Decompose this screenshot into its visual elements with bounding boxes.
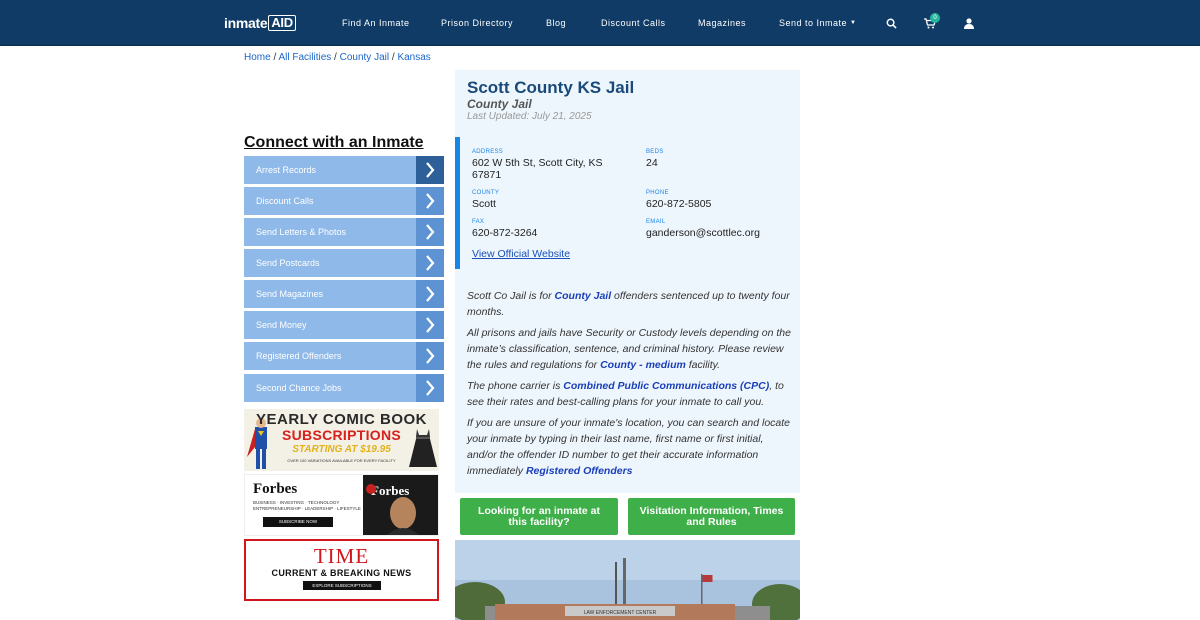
breadcrumb-county-jail[interactable]: County Jail: [340, 52, 389, 63]
county-value: Scott: [472, 198, 496, 210]
top-navbar: inmate AID Find An Inmate Prison Directo…: [0, 0, 1200, 46]
user-icon[interactable]: [964, 16, 974, 34]
facility-title: Scott County KS Jail: [467, 78, 635, 97]
logo-text: inmate: [224, 15, 268, 31]
info-accent-bar: [455, 137, 460, 269]
phone-carrier-link[interactable]: Combined Public Communications (CPC): [563, 380, 769, 392]
service-registered-offenders[interactable]: Registered Offenders: [244, 342, 444, 370]
chevron-right-icon: [416, 342, 444, 370]
breadcrumb-kansas[interactable]: Kansas: [397, 52, 430, 63]
forbes-cover-portrait: [366, 484, 419, 535]
phone-label: PHONE: [646, 190, 669, 196]
county-label: COUNTY: [472, 190, 500, 196]
chevron-right-icon: [416, 156, 444, 184]
registered-offenders-link[interactable]: Registered Offenders: [526, 465, 633, 477]
forbes-subscribe-button[interactable]: SUBSCRIBE NOW: [263, 517, 333, 527]
address-value: 602 W 5th St, Scott City, KS 67871: [472, 157, 603, 181]
county-medium-link[interactable]: County - medium: [600, 359, 686, 371]
time-ad[interactable]: TIME CURRENT & BREAKING NEWS EXPLORE SUB…: [244, 539, 439, 601]
beds-label: BEDS: [646, 149, 664, 155]
chevron-right-icon: [416, 187, 444, 215]
connect-title: Connect with an Inmate: [244, 134, 424, 151]
phone-value: 620-872-5805: [646, 198, 712, 210]
description-paragraph-1: Scott Co Jail is for County Jail offende…: [467, 290, 790, 318]
nav-blog[interactable]: Blog: [546, 0, 566, 46]
cart-count-badge: 0: [930, 13, 940, 23]
beds-value: 24: [646, 157, 658, 169]
look-for-inmate-button[interactable]: Looking for an inmate at this facility?: [460, 498, 618, 535]
breadcrumb-all-facilities[interactable]: All Facilities: [278, 52, 331, 63]
time-ad-subtitle: CURRENT & BREAKING NEWS: [271, 568, 412, 578]
last-updated: Last Updated: July 21, 2025: [467, 111, 592, 122]
fax-label: FAX: [472, 219, 485, 225]
breadcrumb-home[interactable]: Home: [244, 52, 271, 63]
logo-aid: AID: [268, 15, 296, 31]
search-icon[interactable]: [886, 16, 897, 34]
county-jail-link[interactable]: County Jail: [555, 290, 612, 302]
comic-ad-line4: OVER 100 VARIATIONS AVAILABLE FOR EVERY …: [287, 458, 396, 463]
service-discount-calls[interactable]: Discount Calls: [244, 187, 444, 215]
chevron-right-icon: [416, 311, 444, 339]
comic-ad-line3: STARTING AT $19.95: [292, 444, 391, 455]
service-send-money[interactable]: Send Money: [244, 311, 444, 339]
service-second-chance-jobs[interactable]: Second Chance Jobs: [244, 374, 444, 402]
site-logo[interactable]: inmate AID: [224, 14, 296, 32]
forbes-magazine-cover: Forbes: [363, 475, 438, 535]
nav-send-to-inmate[interactable]: Send to Inmate ▼: [779, 0, 857, 46]
building-sign: LAW ENFORCEMENT CENTER: [584, 610, 657, 616]
comic-ad-line2: SUBSCRIPTIONS: [281, 427, 402, 443]
forbes-ad-tagline2: ENTREPRENEURSHIP · LEADERSHIP · LIFESTYL…: [253, 506, 361, 511]
forbes-ad-tagline1: BUSINESS · INVESTING · TECHNOLOGY: [253, 500, 340, 505]
fax-value: 620-872-3264: [472, 227, 538, 239]
time-explore-button[interactable]: EXPLORE SUBSCRIPTIONS: [303, 581, 381, 590]
service-send-magazines[interactable]: Send Magazines: [244, 280, 444, 308]
chevron-right-icon: [416, 249, 444, 277]
address-label: ADDRESS: [472, 149, 504, 155]
service-send-postcards[interactable]: Send Postcards: [244, 249, 444, 277]
nav-find-inmate[interactable]: Find An Inmate: [342, 0, 410, 46]
forbes-ad-title: Forbes: [253, 481, 298, 497]
nav-magazines[interactable]: Magazines: [698, 0, 746, 46]
description-paragraph-2: All prisons and jails have Security or C…: [467, 327, 791, 371]
comic-subscription-ad[interactable]: YEARLY COMIC BOOK SUBSCRIPTIONS STARTING…: [244, 409, 439, 471]
chevron-right-icon: [416, 280, 444, 308]
email-label: EMAIL: [646, 219, 666, 225]
description-paragraph-3: The phone carrier is Combined Public Com…: [467, 380, 784, 408]
description-paragraph-4: If you are unsure of your inmate's locat…: [467, 417, 791, 477]
visitation-info-button[interactable]: Visitation Information, Times and Rules: [628, 498, 795, 535]
email-value: ganderson@scottlec.org: [646, 227, 760, 239]
chevron-right-icon: [416, 374, 444, 402]
forbes-ad[interactable]: Forbes BUSINESS · INVESTING · TECHNOLOGY…: [244, 474, 439, 536]
chevron-down-icon: ▼: [850, 20, 857, 26]
official-website-link[interactable]: View Official Website: [472, 248, 570, 260]
service-arrest-records[interactable]: Arrest Records: [244, 156, 444, 184]
chevron-right-icon: [416, 218, 444, 246]
facility-type: County Jail: [467, 97, 532, 111]
nav-prison-directory[interactable]: Prison Directory: [441, 0, 513, 46]
facility-photo: LAW ENFORCEMENT CENTER: [455, 540, 800, 620]
comic-ad-line1: YEARLY COMIC BOOK: [255, 411, 428, 428]
time-ad-title: TIME: [313, 544, 370, 568]
service-send-letters-photos[interactable]: Send Letters & Photos: [244, 218, 444, 246]
nav-discount-calls[interactable]: Discount Calls: [601, 0, 666, 46]
breadcrumb: Home / All Facilities / County Jail / Ka…: [244, 52, 431, 63]
